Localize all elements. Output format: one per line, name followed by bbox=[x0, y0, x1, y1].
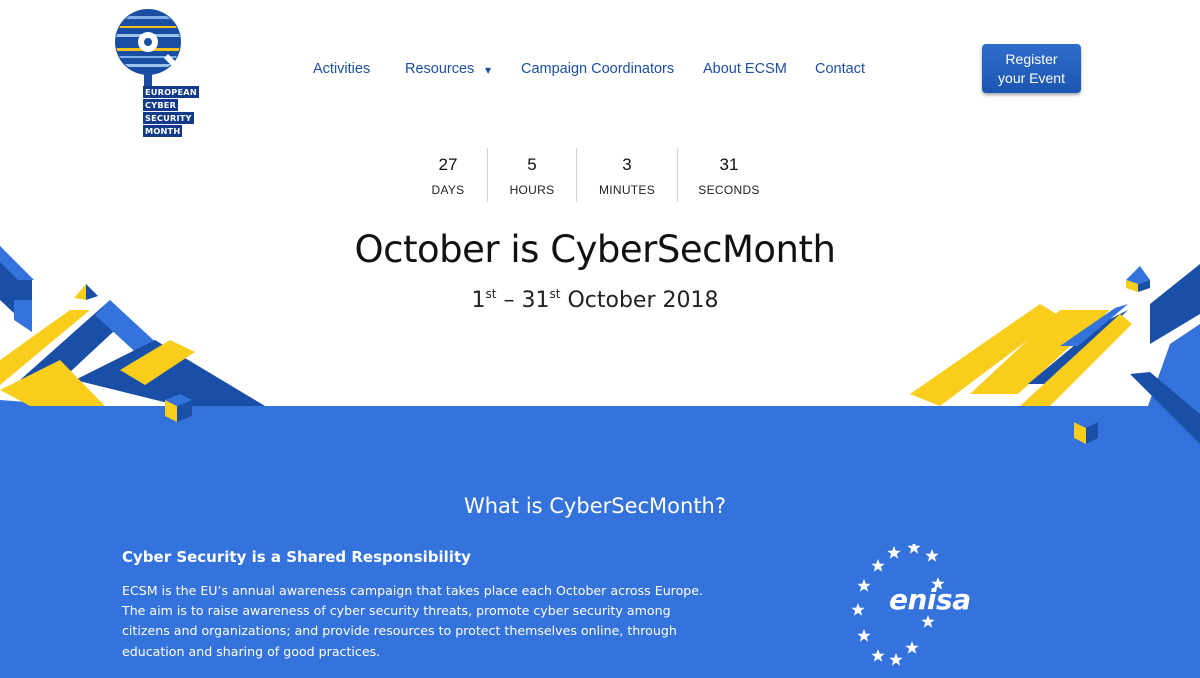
countdown-seconds: 31 SECONDS bbox=[694, 148, 764, 197]
countdown-minutes-label: MINUTES bbox=[598, 183, 656, 197]
countdown-hours-label: HOURS bbox=[509, 183, 555, 197]
section-title: What is CyberSecMonth? bbox=[463, 494, 727, 518]
register-button-line1: Register bbox=[1005, 50, 1058, 67]
date-start-suffix: st bbox=[485, 287, 497, 301]
logo-wordmark: EUROPEAN CYBER SECURITY MONTH bbox=[143, 86, 199, 138]
date-tail: October 2018 bbox=[560, 288, 719, 313]
date-separator: – bbox=[496, 288, 522, 313]
countdown-hours-value: 5 bbox=[527, 155, 537, 174]
nav-item-activities[interactable]: Activities bbox=[313, 61, 370, 77]
countdown-days-value: 27 bbox=[438, 155, 458, 174]
logo-word: EUROPEAN bbox=[143, 86, 199, 98]
countdown-seconds-value: 31 bbox=[719, 155, 739, 174]
logo-word: CYBER bbox=[143, 99, 179, 111]
date-end: 31 bbox=[521, 288, 550, 313]
countdown-hours: 5 HOURS bbox=[502, 148, 562, 197]
nav-item-resources[interactable]: Resources bbox=[405, 61, 474, 77]
countdown-minutes-value: 3 bbox=[622, 155, 632, 174]
countdown-divider bbox=[576, 148, 577, 202]
date-start: 1 bbox=[471, 288, 486, 313]
body-text-line: The aim is to raise awareness of cyber s… bbox=[122, 603, 671, 619]
nav-item-about-ecsm[interactable]: About ECSM bbox=[703, 61, 787, 77]
nav-item-campaign-coordinators[interactable]: Campaign Coordinators bbox=[521, 61, 674, 77]
countdown-divider bbox=[677, 148, 678, 202]
body-text-line: education and sharing of good practices. bbox=[122, 643, 381, 659]
right-decoration-graphic bbox=[910, 264, 1200, 444]
register-event-button[interactable]: Register your Event bbox=[982, 44, 1081, 93]
nav-item-contact[interactable]: Contact bbox=[815, 61, 865, 77]
body-text-line: citizens and organizations; and provide … bbox=[122, 623, 677, 639]
date-end-suffix: st bbox=[549, 287, 561, 301]
left-decoration-graphic bbox=[0, 246, 265, 472]
countdown-days: 27 DAYS bbox=[418, 148, 478, 197]
logo-word: MONTH bbox=[143, 125, 183, 137]
enisa-wordmark: enisa bbox=[889, 583, 971, 616]
countdown-days-label: DAYS bbox=[431, 183, 465, 197]
countdown-timer: 27 DAYS 5 HOURS 3 MINUTES 31 SECONDS bbox=[0, 148, 1200, 204]
register-button-line2: your Event bbox=[998, 69, 1065, 86]
section-body-text: ECSM is the EU’s annual awareness campai… bbox=[122, 581, 722, 662]
countdown-seconds-label: SECONDS bbox=[698, 183, 760, 197]
body-text-line: ECSM is the EU’s annual awareness campai… bbox=[122, 583, 704, 598]
caret-down-icon[interactable]: ▼ bbox=[485, 66, 491, 75]
section-subheading: Cyber Security is a Shared Responsibilit… bbox=[122, 548, 471, 566]
countdown-divider bbox=[487, 148, 488, 202]
countdown-minutes: 3 MINUTES bbox=[592, 148, 662, 197]
logo-word: SECURITY bbox=[143, 112, 194, 124]
